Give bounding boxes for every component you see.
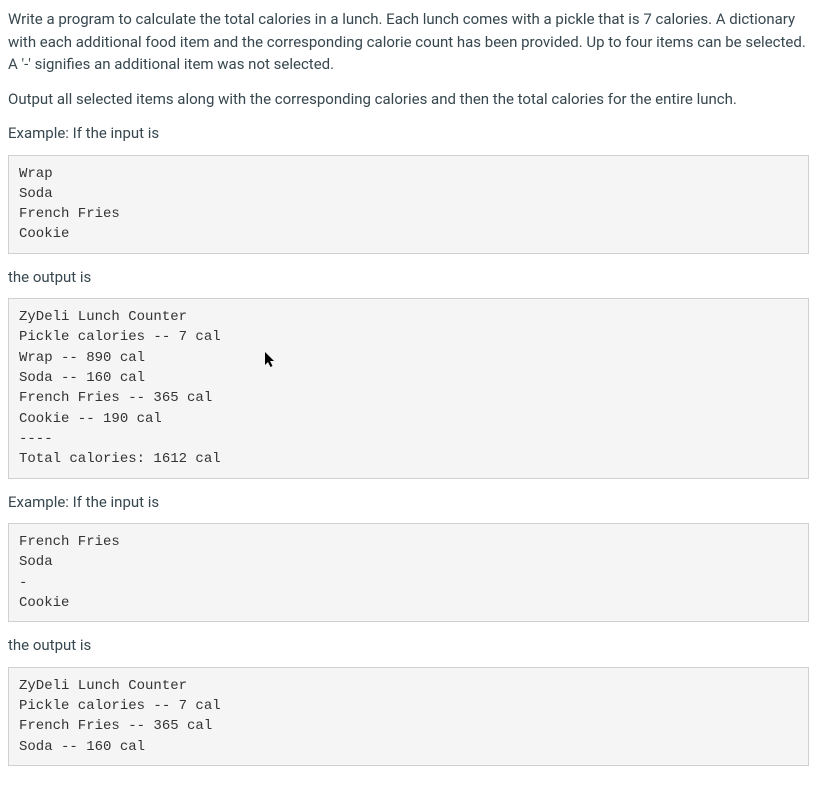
example1-output-block: ZyDeli Lunch Counter Pickle calories -- …: [8, 298, 809, 478]
content-wrapper: Write a program to calculate the total c…: [8, 8, 809, 766]
example2-input-block: French Fries Soda - Cookie: [8, 523, 809, 622]
example1-label: Example: If the input is: [8, 122, 809, 145]
example1-output-label: the output is: [8, 266, 809, 289]
output-instruction: Output all selected items along with the…: [8, 88, 809, 111]
intro-paragraph: Write a program to calculate the total c…: [8, 8, 809, 76]
example2-output-label: the output is: [8, 634, 809, 657]
example2-output-block: ZyDeli Lunch Counter Pickle calories -- …: [8, 667, 809, 766]
example1-input-block: Wrap Soda French Fries Cookie: [8, 155, 809, 254]
example2-label: Example: If the input is: [8, 491, 809, 514]
